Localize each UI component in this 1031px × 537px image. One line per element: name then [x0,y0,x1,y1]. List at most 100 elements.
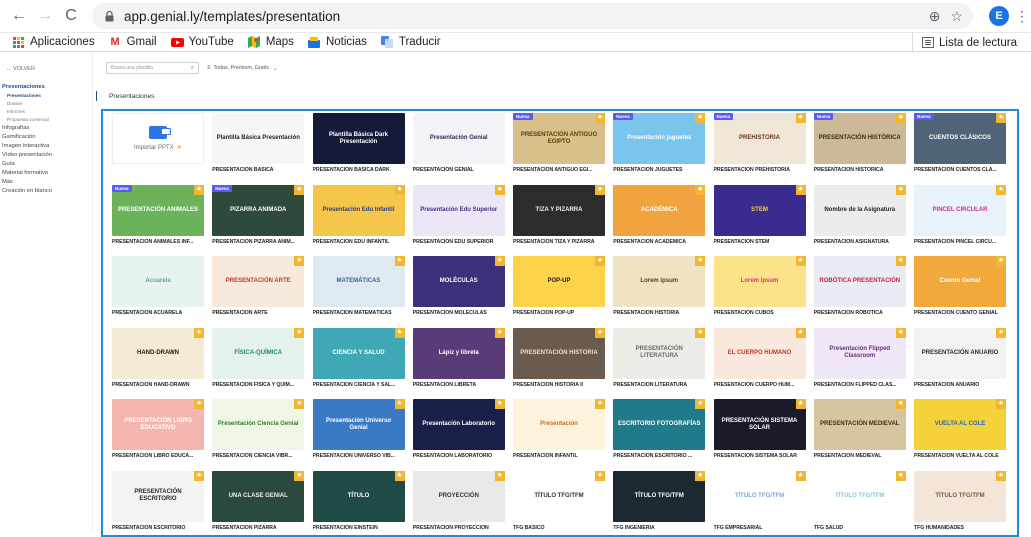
template-thumbnail[interactable]: Presentación Genial [413,113,505,164]
template-thumbnail[interactable]: TÍTULO [313,471,405,522]
template-thumbnail[interactable]: Presentación Ciencia Genial [212,399,304,450]
reading-list[interactable]: Lista de lectura [912,33,1017,52]
template-thumbnail[interactable]: Presentación Edu Superior [413,185,505,236]
template-thumbnail[interactable]: PRESENTACIÓN HISTORIA [513,328,605,379]
template-card[interactable]: TÍTULO TFG/TFM★TFG INGENIERÍA [613,469,705,537]
template-thumbnail[interactable]: ROBÓTICA PRESENTACIÓN [814,256,906,307]
template-thumbnail[interactable]: UNA CLASE GENIAL [212,471,304,522]
sidebar-item[interactable]: Imagen interactiva [2,142,90,151]
sidebar-subitem[interactable]: Informes [2,108,90,116]
template-card[interactable]: Presentación GenialPRESENTACIÓN GENIAL [413,111,505,183]
template-card[interactable]: Cuento Genial★PRESENTACIÓN CUENTO GENIAL [914,254,1006,326]
url-text[interactable]: app.genial.ly/templates/presentation [124,9,919,24]
template-thumbnail[interactable]: Cuento Genial [914,256,1006,307]
template-card[interactable]: EL CUERPO HUMANO★PRESENTACIÓN CUERPO HUM… [714,326,806,398]
template-card[interactable]: Presentación Ciencia Genial★PRESENTACIÓN… [212,397,304,469]
template-card[interactable]: TÍTULO TFG/TFM★TFG BÁSICO [513,469,605,537]
template-card[interactable]: STEM★PRESENTACIÓN STEM [714,183,806,255]
bookmark-gmail[interactable]: M Gmail [109,36,157,48]
template-thumbnail[interactable]: CUENTOS CLÁSICOS [914,113,1006,164]
template-thumbnail[interactable]: Plantilla Básica Dark Presentación [313,113,405,164]
template-thumbnail[interactable]: PINCEL CIRCULAR [914,185,1006,236]
sidebar-item[interactable]: Más [2,178,90,187]
template-thumbnail[interactable]: MOLÉCULAS [413,256,505,307]
template-card[interactable]: UNA CLASE GENIAL★PRESENTACIÓN PIZARRA [212,469,304,537]
template-thumbnail[interactable]: TÍTULO TFG/TFM [714,471,806,522]
template-card[interactable]: PRESENTACIÓN HISTORIA★PRESENTACIÓN HISTO… [513,326,605,398]
template-thumbnail[interactable]: PRESENTACIÓN ANUARIO [914,328,1006,379]
browser-menu-icon[interactable]: ⋮ [1015,8,1023,25]
template-thumbnail[interactable]: PRESENTACIÓN LIBRO EDUCATIVO [112,399,204,450]
template-thumbnail[interactable]: Nombre de la Asignatura [814,185,906,236]
template-card[interactable]: Nombre de la Asignatura★PRESENTACIÓN ASI… [814,183,906,255]
template-thumbnail[interactable]: PRESENTACIÓN LITERATURA [613,328,705,379]
template-thumbnail[interactable]: Lápiz y libreta [413,328,505,379]
template-card[interactable]: ESCRITORIO FOTOGRAFÍAS★PRESENTACIÓN ESCR… [613,397,705,469]
sidebar-subitem[interactable]: Dossier [2,100,90,108]
template-thumbnail[interactable]: TIZA Y PIZARRA [513,185,605,236]
bookmark-apps[interactable]: Aplicaciones [12,36,95,48]
template-thumbnail[interactable]: Plantilla Básica Presentación [212,113,304,164]
back-arrow-icon[interactable]: ← [8,5,30,27]
template-thumbnail[interactable]: PIZARRA ANIMADA [212,185,304,236]
template-card[interactable]: PRESENTACIÓN HISTÓRICANueva★PRESENTACIÓN… [814,111,906,183]
template-card[interactable]: Presentación Edu Infantil★PRESENTACIÓN E… [313,183,405,255]
template-card[interactable]: TÍTULO TFG/TFM★TFG SALUD [814,469,906,537]
template-card[interactable]: ROBÓTICA PRESENTACIÓN★PRESENTACIÓN ROBÓT… [814,254,906,326]
template-thumbnail[interactable]: PRESENTACIÓN ANIMALES [112,185,204,236]
template-card[interactable]: AcuarelaPRESENTACIÓN ACUARELA [112,254,204,326]
bookmark-news[interactable]: Noticias [308,36,367,48]
sidebar-subitem[interactable]: Presentaciones [2,92,90,100]
template-card[interactable]: Presentación Universo Genial★PRESENTACIÓ… [313,397,405,469]
template-card[interactable]: Presentación Flipped Classroom★PRESENTAC… [814,326,906,398]
template-card[interactable]: VUELTA AL COLE★PRESENTACIÓN VUELTA AL CO… [914,397,1006,469]
template-card[interactable]: Lorem ipsum★PRESENTACIÓN HISTORIA [613,254,705,326]
template-thumbnail[interactable]: Presentación Universo Genial [313,399,405,450]
template-thumbnail[interactable]: TÍTULO TFG/TFM [914,471,1006,522]
sidebar-subitem[interactable]: Propuesta comercial [2,116,90,124]
template-thumbnail[interactable]: Lorem ipsum [613,256,705,307]
template-card[interactable]: Presentación Edu Superior★PRESENTACIÓN E… [413,183,505,255]
template-thumbnail[interactable]: PRESENTACIÓN HISTÓRICA [814,113,906,164]
template-card[interactable]: PREHISTORIANueva★PRESENTACIÓN PREHISTORI… [714,111,806,183]
template-card[interactable]: PRESENTACIÓN MEDIEVAL★PRESENTACIÓN MEDIE… [814,397,906,469]
template-card[interactable]: PRESENTACIÓN ESCRITORIO★PRESENTACIÓN ESC… [112,469,204,537]
template-thumbnail[interactable]: EL CUERPO HUMANO [714,328,806,379]
import-pptx-card[interactable]: Importar PPTX★ [112,111,204,183]
template-thumbnail[interactable]: Lorem ipsum [714,256,806,307]
template-thumbnail[interactable]: Presentación [513,399,605,450]
template-card[interactable]: Presentación Laboratorio★PRESENTACIÓN LA… [413,397,505,469]
template-card[interactable]: PRESENTACIÓN ANIMALESNueva★PRESENTACIÓN … [112,183,204,255]
template-card[interactable]: TÍTULO TFG/TFM★TFG EMPRESARIAL [714,469,806,537]
template-thumbnail[interactable]: PRESENTACIÓN SISTEMA SOLAR [714,399,806,450]
template-card[interactable]: Plantilla Básica PresentaciónPRESENTACIÓ… [212,111,304,183]
import-pptx-thumbnail[interactable]: Importar PPTX★ [112,113,204,164]
template-card[interactable]: PRESENTACIÓN ANUARIO★PRESENTACIÓN ANUARI… [914,326,1006,398]
sidebar-item[interactable]: Infografías [2,124,90,133]
template-thumbnail[interactable]: PRESENTACIÓN ESCRITORIO [112,471,204,522]
zoom-icon[interactable]: ⊕ [929,8,941,25]
bookmark-translate[interactable]: Traducir [381,36,441,48]
template-card[interactable]: MOLÉCULAS★PRESENTACIÓN MOLÉCULAS [413,254,505,326]
template-thumbnail[interactable]: PREHISTORIA [714,113,806,164]
forward-arrow-icon[interactable]: → [34,5,56,27]
sidebar-item[interactable]: Guía [2,160,90,169]
address-bar[interactable]: app.genial.ly/templates/presentation ⊕ ☆ [92,3,973,29]
template-thumbnail[interactable]: PRESENTACIÓN MEDIEVAL [814,399,906,450]
template-card[interactable]: HAND-DRAWN★PRESENTACIÓN HAND-DRAWN [112,326,204,398]
sidebar-item[interactable]: Presentaciones [2,83,90,92]
template-card[interactable]: Plantilla Básica Dark PresentaciónPRESEN… [313,111,405,183]
template-thumbnail[interactable]: POP-UP [513,256,605,307]
template-card[interactable]: ACADÉMICA★PRESENTACIÓN ACADÉMICA [613,183,705,255]
template-card[interactable]: PIZARRA ANIMADANueva★PRESENTACIÓN PIZARR… [212,183,304,255]
template-thumbnail[interactable]: Presentación juguetes [613,113,705,164]
template-card[interactable]: Lápiz y libreta★PRESENTACIÓN LIBRETA [413,326,505,398]
template-thumbnail[interactable]: VUELTA AL COLE [914,399,1006,450]
template-card[interactable]: TÍTULO★PRESENTACIÓN EINSTEIN [313,469,405,537]
template-thumbnail[interactable]: PRESENTACIÓN ARTE [212,256,304,307]
template-thumbnail[interactable]: TÍTULO TFG/TFM [613,471,705,522]
template-thumbnail[interactable]: ACADÉMICA [613,185,705,236]
template-card[interactable]: TIZA Y PIZARRA★PRESENTACIÓN TIZA Y PIZAR… [513,183,605,255]
bookmark-star-icon[interactable]: ☆ [950,8,963,25]
template-thumbnail[interactable]: TÍTULO TFG/TFM [513,471,605,522]
